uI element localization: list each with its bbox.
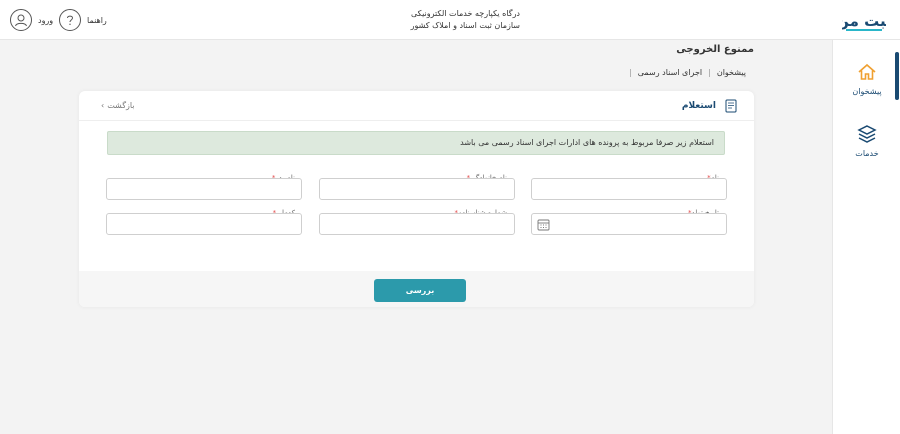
calendar-icon[interactable] [537, 218, 550, 231]
chevron-right-icon: › [101, 101, 105, 110]
org-line-2: سازمان ثبت اسناد و املاک کشور [410, 21, 520, 30]
sabt-man-logo[interactable]: ثبت من [842, 4, 886, 34]
help-label: راهنما [87, 15, 107, 25]
card-title: استعلام [681, 101, 716, 111]
breadcrumb-separator: | [629, 68, 632, 77]
national-code-input[interactable] [106, 213, 302, 235]
first-name-input[interactable] [531, 178, 727, 200]
sidebar-active-indicator [895, 52, 899, 100]
login-label: ورود [38, 15, 54, 25]
breadcrumb-separator: | [708, 68, 711, 77]
top-header: ورود راهنما درگاه یکپارچه خدمات الکترونی… [0, 0, 900, 40]
back-label: بازگشت [107, 101, 135, 110]
back-link[interactable]: بازگشت › [101, 101, 135, 110]
document-icon [725, 99, 737, 113]
org-line-1: درگاه یکپارچه خدمات الکترونیکی [411, 9, 520, 18]
father-name-input[interactable] [106, 178, 302, 200]
home-icon [858, 63, 876, 80]
info-notice: استعلام زیر صرفا مربوط به پرونده های ادا… [107, 131, 725, 155]
help-button[interactable]: راهنما [59, 9, 107, 31]
login-button[interactable]: ورود [10, 9, 53, 31]
birth-date-input[interactable] [531, 213, 727, 235]
id-number-input[interactable] [319, 213, 515, 235]
breadcrumb-official-docs[interactable]: اجرای اسناد رسمی [638, 68, 702, 77]
sidebar-item-label: پیشخوان [852, 87, 882, 96]
sidebar-item-label: خدمات [855, 149, 879, 158]
sidebar-item-dashboard[interactable]: پیشخوان [833, 62, 900, 96]
card-header: استعلام بازگشت › [79, 91, 754, 121]
layers-icon [857, 125, 877, 143]
page-title: ممنوع الخروجی [676, 44, 754, 55]
breadcrumb: پیشخوان | اجرای اسناد رسمی | [560, 68, 746, 77]
logo-text: ثبت من [842, 12, 886, 30]
sidebar-item-services[interactable]: خدمات [833, 124, 900, 158]
check-button[interactable]: بررسی [374, 279, 466, 302]
right-sidebar: پیشخوان خدمات [832, 40, 900, 434]
breadcrumb-dashboard[interactable]: پیشخوان [717, 68, 746, 77]
help-icon [59, 9, 81, 31]
last-name-input[interactable] [319, 178, 515, 200]
inquiry-card: استعلام بازگشت › استعلام زیر صرفا مربوط … [79, 91, 754, 307]
organization-title: درگاه یکپارچه خدمات الکترونیکی سازمان ثب… [380, 8, 520, 32]
user-icon [10, 9, 32, 31]
